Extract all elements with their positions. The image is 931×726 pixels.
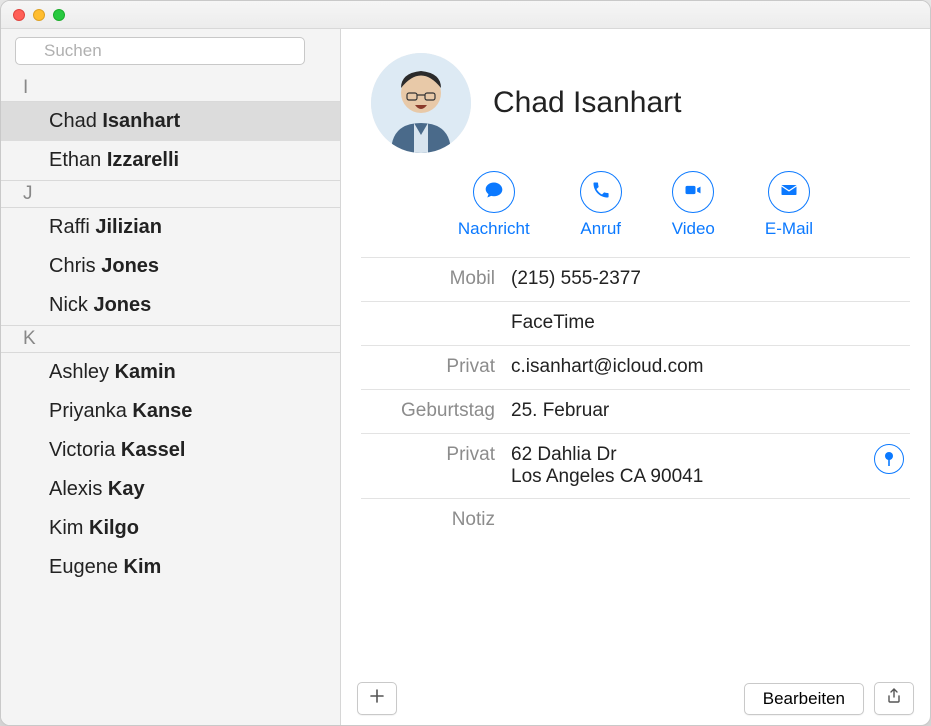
message-icon <box>484 180 504 205</box>
contact-list-item[interactable]: Priyanka Kanse <box>1 392 340 431</box>
contact-list-item[interactable]: Alexis Kay <box>1 470 340 509</box>
contact-detail: Chad Isanhart Nachricht Anruf Video E- <box>341 29 930 725</box>
contact-list-item[interactable]: Ethan Izzarelli <box>1 141 340 180</box>
contact-list-item[interactable]: Ashley Kamin <box>1 353 340 392</box>
email-button[interactable]: E-Mail <box>765 171 813 239</box>
contact-list-item[interactable]: Chad Isanhart <box>1 102 340 141</box>
minimize-window-button[interactable] <box>33 9 45 21</box>
contacts-list: IChad IsanhartEthan IzzarelliJRaffi Jili… <box>1 71 340 587</box>
contacts-sidebar: IChad IsanhartEthan IzzarelliJRaffi Jili… <box>1 29 341 725</box>
contacts-window: IChad IsanhartEthan IzzarelliJRaffi Jili… <box>0 0 931 726</box>
detail-footer: Bearbeiten <box>341 672 930 725</box>
map-pin-icon[interactable] <box>874 444 904 474</box>
field-row: Privatc.isanhart@icloud.com <box>361 345 910 389</box>
field-row: Privat62 Dahlia Dr Los Angeles CA 90041 <box>361 433 910 498</box>
section-header: J <box>1 180 340 208</box>
avatar[interactable] <box>371 53 471 153</box>
section-header: K <box>1 325 340 353</box>
contact-list-item[interactable]: Nick Jones <box>1 286 340 325</box>
contact-name: Chad Isanhart <box>493 86 681 120</box>
contact-list-item[interactable]: Raffi Jilizian <box>1 208 340 247</box>
fullscreen-window-button[interactable] <box>53 9 65 21</box>
field-label: Privat <box>361 356 511 378</box>
field-value[interactable]: (215) 555-2377 <box>511 268 910 290</box>
field-value[interactable]: FaceTime <box>511 312 910 334</box>
section-header: I <box>1 75 340 102</box>
message-button[interactable]: Nachricht <box>458 171 530 239</box>
field-label: Mobil <box>361 268 511 290</box>
field-value[interactable]: c.isanhart@icloud.com <box>511 356 910 378</box>
edit-button[interactable]: Bearbeiten <box>744 683 864 715</box>
video-button[interactable]: Video <box>672 171 715 239</box>
field-row: Mobil(215) 555-2377 <box>361 257 910 301</box>
contact-list-item[interactable]: Kim Kilgo <box>1 509 340 548</box>
field-value[interactable]: 25. Februar <box>511 400 910 422</box>
plus-icon <box>369 688 385 709</box>
field-row: FaceTime <box>361 301 910 345</box>
field-label: Notiz <box>361 509 511 531</box>
field-label: Geburtstag <box>361 400 511 422</box>
contact-list-item[interactable]: Chris Jones <box>1 247 340 286</box>
call-button[interactable]: Anruf <box>580 171 622 239</box>
contact-list-item[interactable]: Victoria Kassel <box>1 431 340 470</box>
search-input[interactable] <box>15 37 305 65</box>
email-icon <box>779 180 799 205</box>
field-row: Notiz <box>361 498 910 542</box>
titlebar <box>1 1 930 29</box>
share-button[interactable] <box>874 682 914 715</box>
field-label: Privat <box>361 444 511 466</box>
close-window-button[interactable] <box>13 9 25 21</box>
contact-fields: Mobil(215) 555-2377FaceTimePrivatc.isanh… <box>341 257 930 542</box>
add-button[interactable] <box>357 682 397 715</box>
contact-list-item[interactable]: Eugene Kim <box>1 548 340 587</box>
share-icon <box>886 688 902 709</box>
phone-icon <box>591 180 611 205</box>
video-icon <box>683 180 703 205</box>
field-value[interactable]: 62 Dahlia Dr Los Angeles CA 90041 <box>511 444 910 488</box>
field-row: Geburtstag25. Februar <box>361 389 910 433</box>
